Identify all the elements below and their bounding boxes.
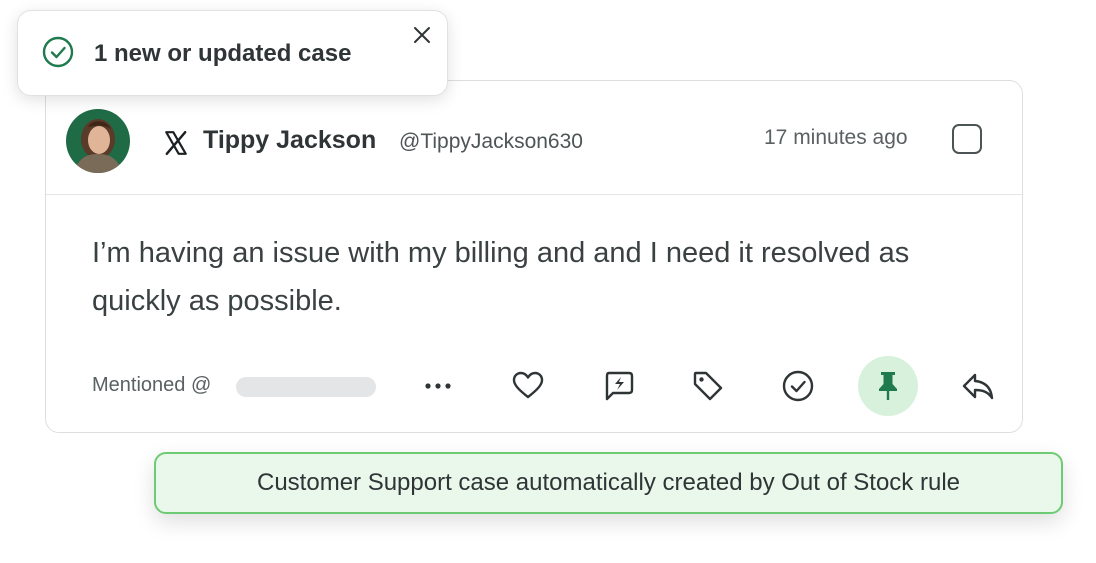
reply-button[interactable]: [948, 356, 1008, 416]
like-button[interactable]: [498, 356, 558, 416]
reply-icon: [962, 373, 994, 400]
more-options-icon: [425, 383, 451, 389]
check-circle-icon: [42, 36, 74, 68]
pin-icon: [879, 372, 897, 400]
rule-banner-text: Customer Support case automatically crea…: [257, 469, 960, 496]
complete-button[interactable]: [768, 356, 828, 416]
mention-placeholder: [236, 377, 376, 397]
avatar[interactable]: [66, 109, 130, 173]
post-timestamp: 17 minutes ago: [764, 126, 908, 149]
post-header: Tippy Jackson @TippyJackson630 17 minute…: [46, 81, 1022, 195]
post-message: I’m having an issue with my billing and …: [92, 237, 910, 317]
x-logo-icon: [165, 130, 187, 156]
rule-banner: Customer Support case automatically crea…: [154, 452, 1063, 514]
tag-button[interactable]: [678, 356, 738, 416]
quick-reply-icon: [605, 371, 634, 401]
pin-button[interactable]: [858, 356, 918, 416]
close-icon[interactable]: [412, 25, 432, 45]
notification-toast: 1 new or updated case: [17, 10, 448, 96]
heart-icon: [512, 371, 544, 399]
mention-label: Mentioned @: [92, 374, 212, 396]
toast-message[interactable]: 1 new or updated case: [94, 40, 351, 68]
social-post-card: Tippy Jackson @TippyJackson630 17 minute…: [45, 80, 1023, 433]
tag-icon: [693, 371, 723, 401]
select-checkbox[interactable]: [952, 124, 982, 154]
check-circle-icon: [782, 370, 814, 402]
quick-reply-button[interactable]: [588, 356, 648, 416]
author-name[interactable]: Tippy Jackson: [203, 126, 376, 155]
more-options-button[interactable]: [408, 356, 468, 416]
author-handle[interactable]: @TippyJackson630: [399, 130, 583, 154]
